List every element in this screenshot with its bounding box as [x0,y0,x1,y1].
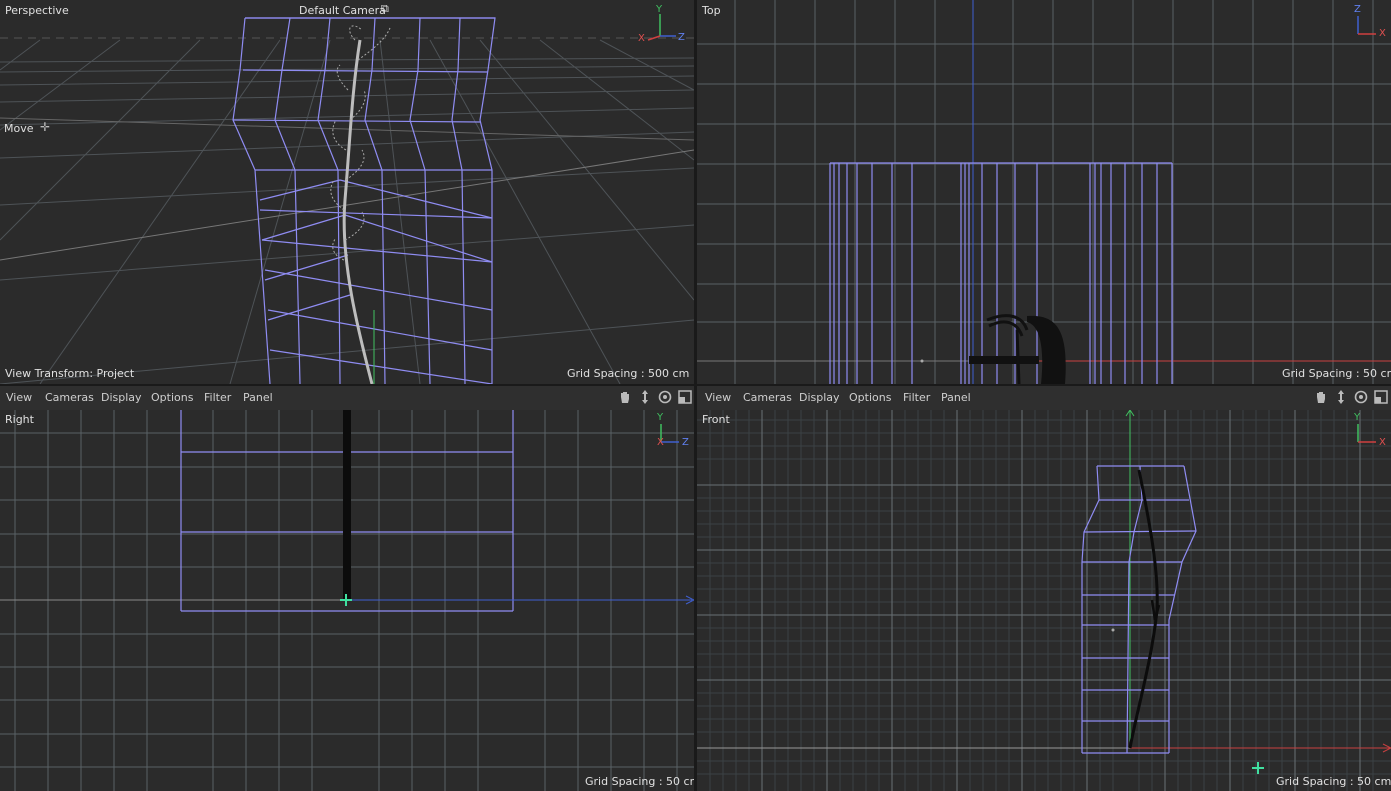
pan-icon[interactable] [1313,389,1329,405]
axis-x-label: X [1379,437,1386,448]
viewport-top[interactable]: Top Z X Grid Spacing : 50 cm [697,0,1391,384]
viewport-name: Right [5,413,34,426]
axis-y-label: Y [657,412,664,423]
maximize-view-icon[interactable] [677,389,693,405]
grid-spacing-label: Grid Spacing : 50 cm [585,775,694,788]
axis-z-label: Z [1354,4,1361,15]
grid-spacing-label: Grid Spacing : 50 cm [1276,775,1391,788]
menu-panel[interactable]: Panel [243,391,273,404]
camera-icon[interactable]: ⧉ [381,2,389,16]
menu-view[interactable]: View [6,391,32,404]
menu-view[interactable]: View [705,391,731,404]
deformer-cage[interactable] [232,17,496,384]
axis-x-label: X [657,437,664,448]
axis-y-label: Y [1354,412,1361,423]
viewport-name: Perspective [5,4,69,17]
camera-label[interactable]: Default Camera [299,4,386,17]
axis-y-label: Y [656,4,663,15]
maximize-view-icon[interactable] [1373,389,1389,405]
viewport-front[interactable]: Front Y X Grid Spacing : 50 cm [697,410,1391,791]
front-origin-marker[interactable] [1252,762,1264,774]
move-view-icon[interactable] [637,389,653,405]
pan-icon[interactable] [617,389,633,405]
viewport-divider-horizontal[interactable] [0,384,1391,386]
grid-spacing-label: Grid Spacing : 500 cm [567,367,690,380]
menu-options[interactable]: Options [151,391,193,404]
right-scene[interactable] [0,410,694,791]
menu-cameras[interactable]: Cameras [45,391,94,404]
menubar-right-view: View Cameras Display Options Filter Pane… [0,386,694,410]
top-cage[interactable] [829,162,1173,384]
viewport-name: Top [702,4,721,17]
front-scene[interactable] [697,410,1391,791]
axis-x-label: X [1379,28,1386,39]
front-minor-grid [697,410,1391,791]
menu-display[interactable]: Display [799,391,840,404]
menu-filter[interactable]: Filter [903,391,930,404]
viewport-right[interactable]: Right Y X Z Grid Spacing : 50 cm [0,410,694,791]
menubar-front-view: View Cameras Display Options Filter Pane… [697,386,1391,410]
menu-display[interactable]: Display [101,391,142,404]
view-transform-label: View Transform: Project [5,367,135,380]
plant-leaves [330,25,391,261]
top-plant[interactable] [969,314,1066,384]
axis-gizmo [647,14,676,41]
right-plant-stem[interactable] [343,410,351,600]
axis-x-label: X [638,33,645,44]
plant-stem[interactable] [342,39,374,384]
move-tool-icon: ✛ [40,120,51,134]
active-tool-label: Move [4,122,34,135]
menu-panel[interactable]: Panel [941,391,971,404]
axis-z-label: Z [682,437,689,448]
floor-grid [0,39,694,384]
axis-z-label: Z [678,32,685,43]
viewport-name: Front [702,413,730,426]
move-view-icon[interactable] [1333,389,1349,405]
rotate-view-icon[interactable] [657,389,673,405]
menu-filter[interactable]: Filter [204,391,231,404]
grid-spacing-label: Grid Spacing : 50 cm [1282,367,1391,380]
menu-cameras[interactable]: Cameras [743,391,792,404]
viewport-divider-vertical[interactable] [694,0,697,791]
perspective-scene[interactable] [0,0,694,384]
viewport-perspective[interactable]: Perspective Default Camera ⧉ Y Z X Move … [0,0,694,384]
top-scene[interactable] [697,0,1391,384]
rotate-view-icon[interactable] [1353,389,1369,405]
menu-options[interactable]: Options [849,391,891,404]
